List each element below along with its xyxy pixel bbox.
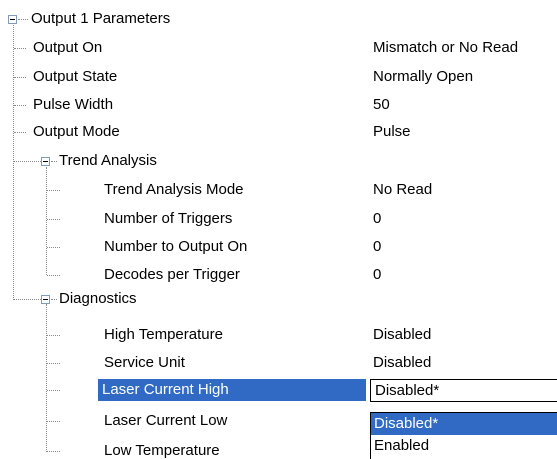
tree-item-output-mode[interactable]: Output Mode <box>33 123 120 141</box>
tree-branch <box>47 390 60 391</box>
tree-branch <box>47 247 60 248</box>
value-service-unit[interactable]: Disabled <box>373 354 431 372</box>
tree-branch <box>14 161 41 162</box>
tree-branch <box>14 105 26 106</box>
tree-branch <box>14 48 26 49</box>
dropdown-list: Disabled* Enabled <box>370 412 557 459</box>
tree-item-laser-current-high[interactable]: Laser Current High <box>98 379 366 401</box>
value-output-mode[interactable]: Pulse <box>373 123 411 141</box>
tree-branch <box>51 299 57 300</box>
tree-branch <box>18 19 28 20</box>
collapse-icon[interactable] <box>41 157 50 166</box>
tree-guide-diag <box>46 304 47 452</box>
tree-item-laser-current-low[interactable]: Laser Current Low <box>104 412 227 430</box>
value-trend-analysis-mode[interactable]: No Read <box>373 181 432 199</box>
collapse-icon[interactable] <box>8 15 17 24</box>
tree-item-number-of-triggers[interactable]: Number of Triggers <box>104 210 232 228</box>
tree-branch <box>47 363 60 364</box>
dropdown-option-disabled[interactable]: Disabled* <box>371 413 557 435</box>
tree-branch <box>14 77 26 78</box>
tree-item-pulse-width[interactable]: Pulse Width <box>33 96 113 114</box>
parameter-tree: Output 1 Parameters Output On Mismatch o… <box>0 0 557 459</box>
tree-item-trend-analysis-mode[interactable]: Trend Analysis Mode <box>104 181 244 199</box>
tree-node-trend-analysis[interactable]: Trend Analysis <box>59 152 157 170</box>
collapse-icon[interactable] <box>41 295 50 304</box>
tree-item-number-to-output-on[interactable]: Number to Output On <box>104 238 247 256</box>
tree-branch <box>47 190 60 191</box>
value-number-to-output-on[interactable]: 0 <box>373 238 381 256</box>
tree-item-high-temperature[interactable]: High Temperature <box>104 326 223 344</box>
value-output-on[interactable]: Mismatch or No Read <box>373 39 518 57</box>
dropdown-option-enabled[interactable]: Enabled <box>371 435 557 457</box>
tree-branch <box>47 275 60 276</box>
laser-current-high-select[interactable]: Disabled* <box>370 379 557 402</box>
tree-item-service-unit[interactable]: Service Unit <box>104 354 185 372</box>
value-number-of-triggers[interactable]: 0 <box>373 210 381 228</box>
tree-node-output-1-parameters[interactable]: Output 1 Parameters <box>31 10 170 28</box>
tree-branch <box>47 219 60 220</box>
value-high-temperature[interactable]: Disabled <box>373 326 431 344</box>
tree-item-output-state[interactable]: Output State <box>33 68 117 86</box>
value-pulse-width[interactable]: 50 <box>373 96 390 114</box>
value-output-state[interactable]: Normally Open <box>373 68 473 86</box>
tree-guide-trend <box>46 167 47 275</box>
tree-branch <box>14 299 41 300</box>
value-decodes-per-trigger[interactable]: 0 <box>373 266 381 284</box>
tree-node-diagnostics[interactable]: Diagnostics <box>59 290 137 308</box>
tree-branch <box>47 451 60 452</box>
tree-item-low-temperature[interactable]: Low Temperature <box>104 442 220 459</box>
tree-branch <box>47 421 60 422</box>
tree-branch <box>47 335 60 336</box>
tree-branch <box>14 132 26 133</box>
tree-item-decodes-per-trigger[interactable]: Decodes per Trigger <box>104 266 240 284</box>
tree-item-output-on[interactable]: Output On <box>33 39 102 57</box>
tree-branch <box>51 161 57 162</box>
